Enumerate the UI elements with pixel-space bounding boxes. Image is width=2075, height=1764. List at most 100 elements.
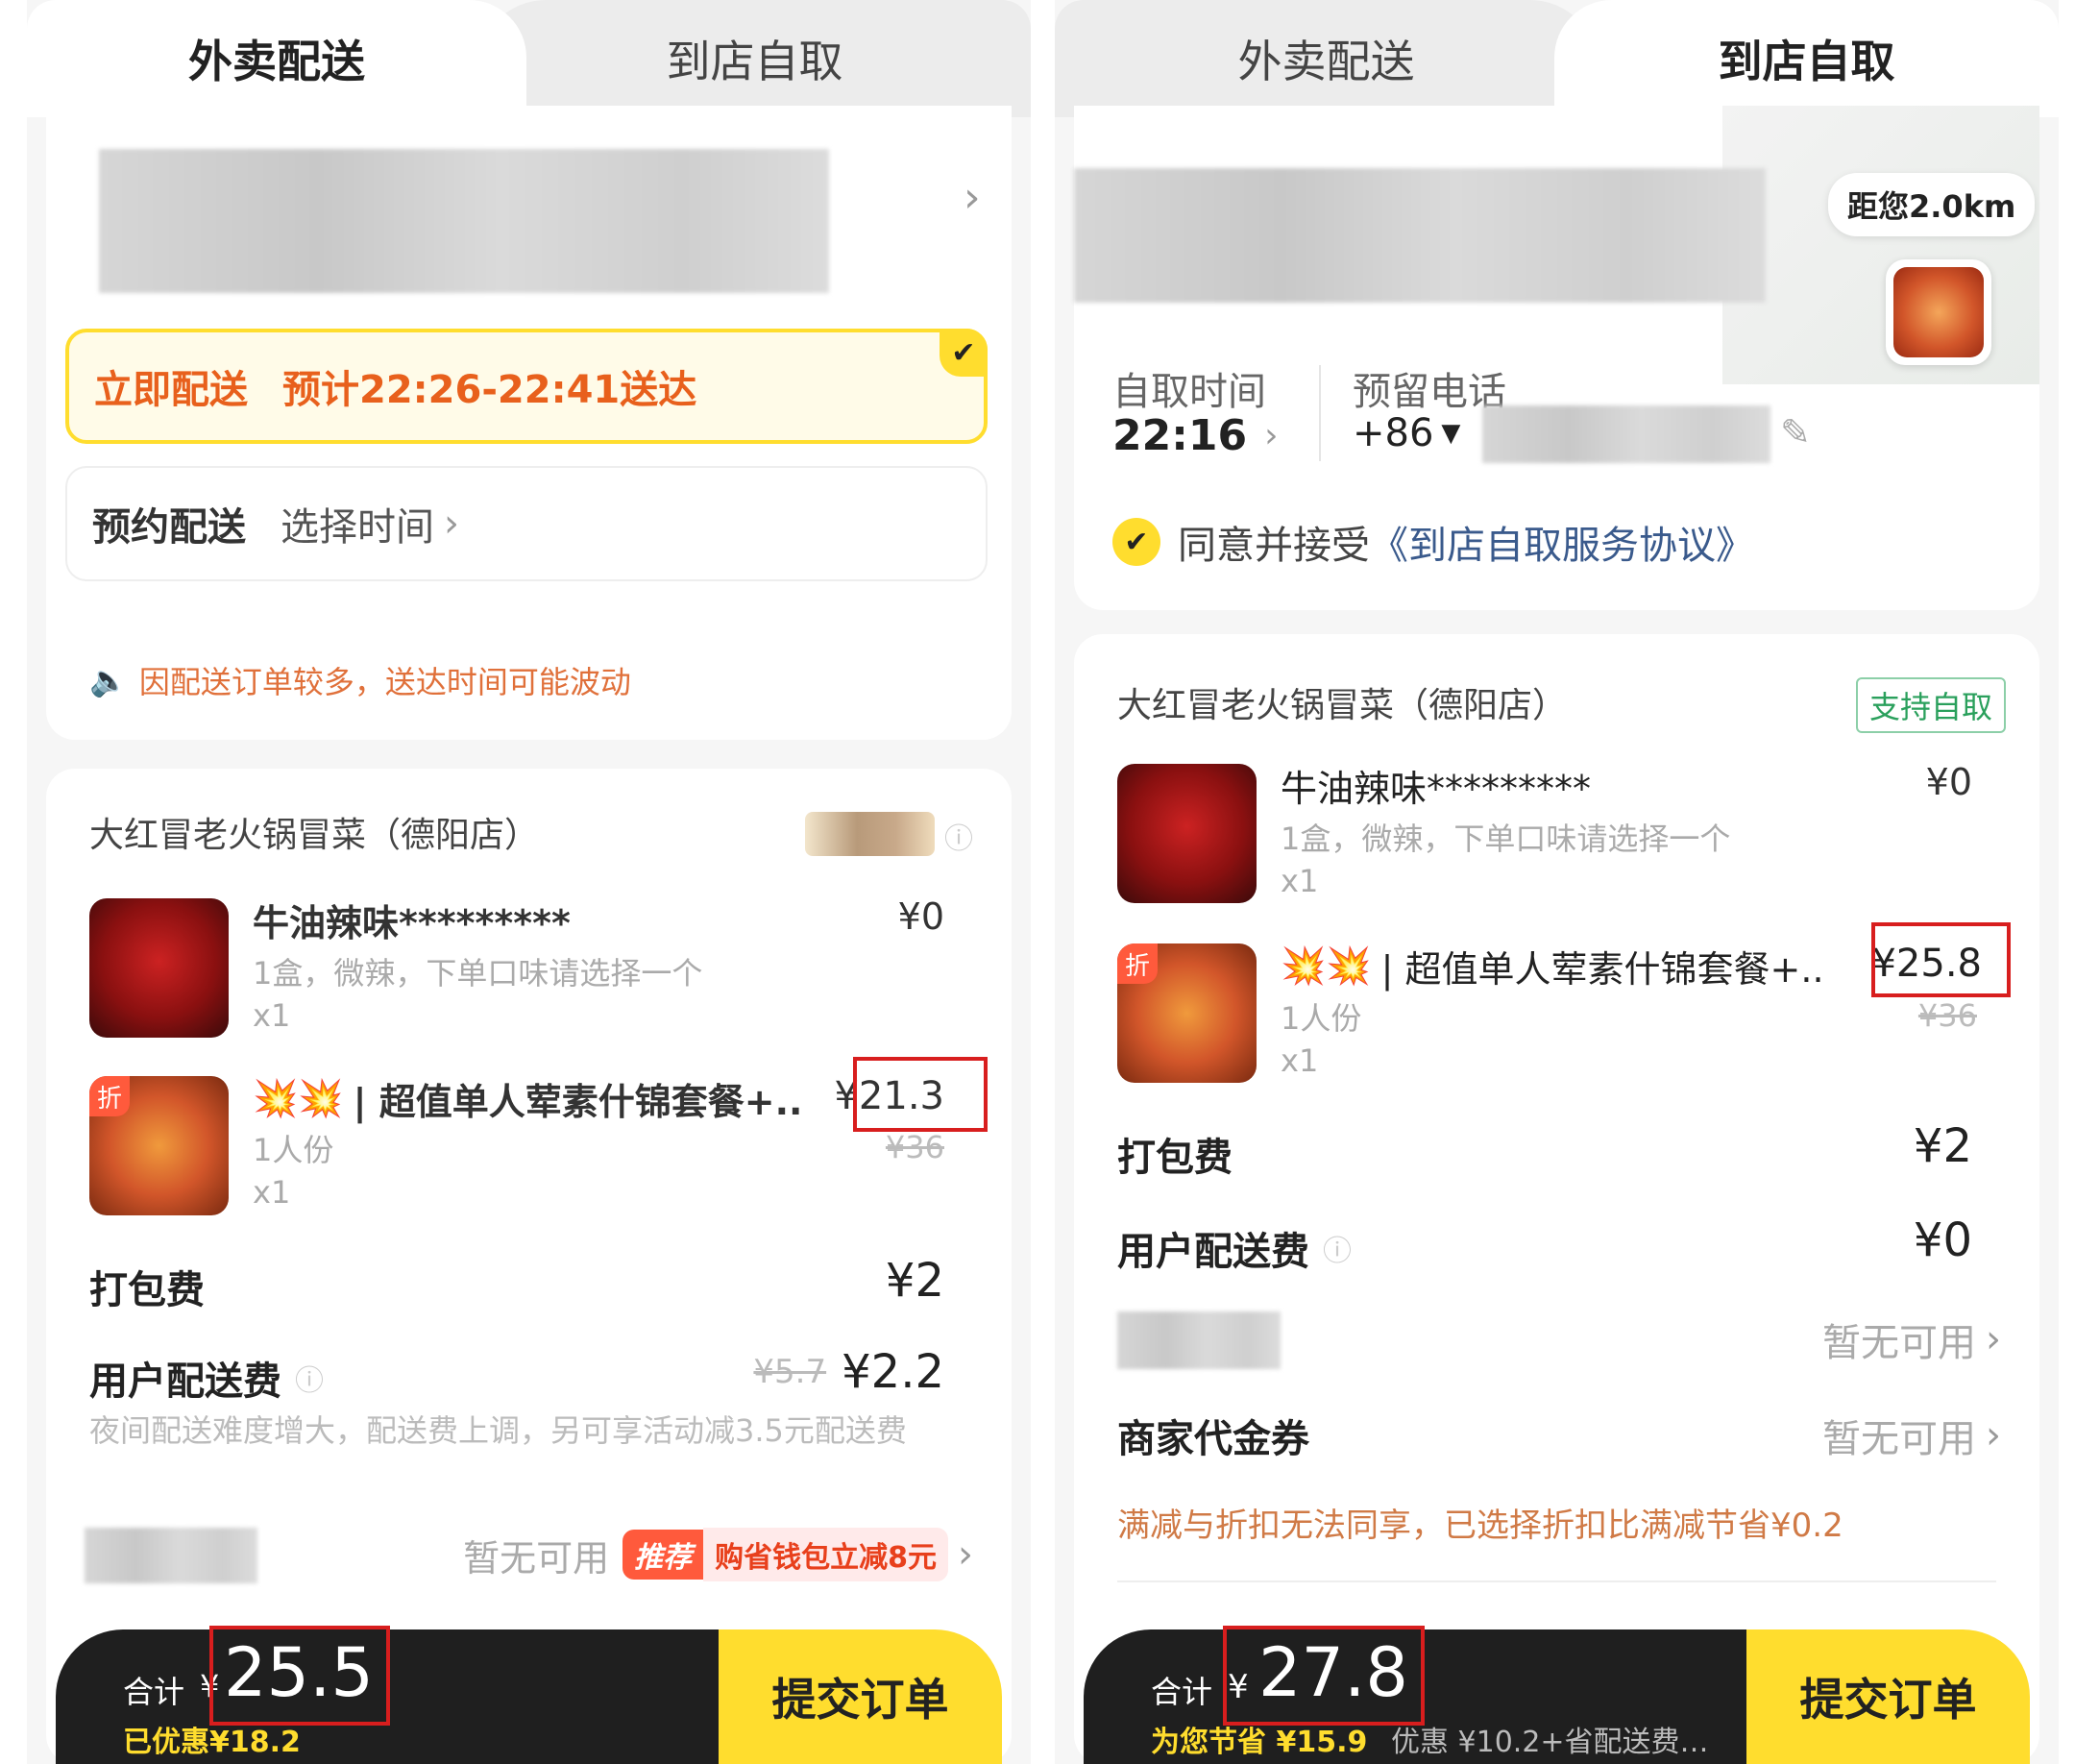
item-image: 折 [1117,943,1257,1083]
store-address-redacted [1074,168,1766,303]
agreement-row: ✔ 同意并接受 《到店自取服务协议》 [1112,514,1754,570]
item-orig-price: ¥36 [885,1129,944,1165]
schedule-delivery-option[interactable]: 预约配送 选择时间 › [65,466,988,581]
caret-down-icon: ▼ [1441,419,1461,448]
item-desc: 1盒，微辣，下单口味请选择一个 [253,955,703,992]
coupon-status: 暂无可用 [463,1536,610,1580]
help-icon[interactable]: ⓘ [1323,1227,1352,1269]
delivery-order-screen: 到店自取 外卖配送 › 立即配送 预计22:26-22:41送达 ✔ 预约配送 … [27,0,1031,1764]
item-image [1117,764,1257,903]
submit-order-button[interactable]: 提交订单 [1746,1629,2030,1764]
store-logo [1893,267,1984,357]
address-card: › 立即配送 预计22:26-22:41送达 ✔ 预约配送 选择时间 › 🔈 因… [46,106,1012,740]
delivery-now-label: 立即配送 [94,368,248,412]
platform-coupon-selector[interactable]: 暂无可用 › [1822,1311,2001,1367]
tab-pickup[interactable]: 到店自取 [1554,0,2059,117]
item-price: ¥0 [1925,761,1972,803]
coupon-status: 暂无可用 [1822,1321,1976,1365]
item-price: ¥0 [897,895,944,938]
delivery-now-eta: 预计22:26-22:41送达 [282,368,697,412]
item-orig-price: ¥36 [1917,997,1977,1034]
pickup-order-screen: 外卖配送 到店自取 距您2.0km 自取时间 22:16 › 预留电话 +86 … [1055,0,2059,1764]
help-icon[interactable]: ⓘ [295,1357,324,1399]
item-qty: x1 [1281,863,1319,899]
item-image: 折 [89,1076,229,1215]
item-image [89,898,229,1038]
tab-delivery[interactable]: 外卖配送 [1055,0,1598,117]
item-name: 牛油辣味********* [1281,768,1592,810]
burst-icon: 💥💥 [253,1077,344,1119]
chevron-right-icon: › [1986,1413,2001,1458]
burst-icon: 💥💥 [1281,944,1372,987]
promo-text: 购省钱包立减8元 [703,1528,948,1581]
pickup-time-label: 自取时间 [1112,370,1266,414]
help-icon[interactable]: ⓘ [944,815,973,857]
speaker-icon: 🔈 [89,662,128,698]
delivery-now-option[interactable]: 立即配送 预计22:26-22:41送达 ✔ [65,329,988,444]
item-desc: 1人份 [1281,1000,1362,1037]
item-name: | 超值单人荤素什锦套餐+.. [353,1081,803,1123]
savings-detail: 优惠 ¥10.2+省配送费… [1391,1726,1709,1759]
submit-order-button[interactable]: 提交订单 [719,1629,1002,1764]
chevron-right-icon: › [1264,416,1279,455]
store-name: 大红冒老火锅冒菜（德阳店） [89,816,540,855]
total-label: 合计 [1151,1674,1213,1710]
pickup-time-selector[interactable]: 22:16 › [1112,411,1278,460]
pickup-time: 22:16 [1112,411,1248,460]
chevron-right-icon: › [444,502,459,546]
chevron-right-icon: › [1986,1317,2001,1361]
order-card: 大红冒老火锅冒菜（德阳店） ⓘ 牛油辣味********* 1盒，微辣，下单口味… [46,769,1012,1764]
tab-pickup[interactable]: 到店自取 [478,0,1031,117]
total-label: 合计 [123,1674,185,1710]
merchant-coupon-label: 商家代金券 [1117,1417,1309,1461]
store-tag-redacted [805,812,935,856]
packing-fee-value: ¥2 [1913,1119,1972,1173]
divider [1117,1580,1996,1582]
schedule-label: 预约配送 [92,505,246,550]
item-desc: 1盒，微辣，下单口味请选择一个 [1281,821,1731,857]
order-card: 大红冒老火锅冒菜（德阳店） 支持自取 牛油辣味********* 1盒，微辣，下… [1074,634,2039,1764]
price-highlight-box [1871,922,2011,997]
merchant-coupon-selector[interactable]: 暂无可用 › [1822,1408,2001,1463]
item-qty: x1 [253,997,291,1034]
store-map-pin[interactable] [1886,259,1991,365]
recommend-tag: 推荐 [622,1530,704,1580]
phone-prefix: +86 [1353,411,1434,455]
delivery-fee-label: 用户配送费 [1117,1230,1309,1274]
delivery-fee-label: 用户配送费 [89,1360,281,1404]
chevron-right-icon[interactable]: › [958,1532,973,1577]
divider [1319,365,1321,461]
agree-checkbox[interactable]: ✔ [1112,518,1160,566]
phone-prefix-selector[interactable]: +86 ▼ [1353,411,1460,455]
discount-note: 满减与折扣无法同享，已选择折扣比满减节省¥0.2 [1117,1507,1843,1545]
map-background [1722,106,2039,384]
coupon-label-redacted [1117,1311,1281,1369]
item-badge: 折 [1117,943,1158,984]
store-name: 大红冒老火锅冒菜（德阳店） [1117,686,1568,725]
schedule-action: 选择时间 [281,505,434,550]
checkout-bar: 合计 ¥ 25.5 已优惠¥18.2 提交订单 [56,1629,1002,1764]
address-chevron-icon[interactable]: › [964,173,981,222]
edit-icon[interactable]: ✎ [1780,411,1811,453]
tab-delivery[interactable]: 外卖配送 [27,0,526,117]
delivery-fee-note: 夜间配送难度增大，配送费上调，另可享活动减3.5元配送费 [89,1412,907,1449]
item-qty: x1 [253,1174,291,1211]
phone-number-redacted [1482,405,1770,463]
pickup-info-card: 距您2.0km 自取时间 22:16 › 预留电话 +86 ▼ ✎ ✔ 同意并接… [1074,106,2039,610]
total-highlight-box [209,1626,390,1726]
agreement-link[interactable]: 《到店自取服务协议》 [1370,514,1754,570]
selected-check-icon: ✔ [940,329,988,377]
packing-fee-label: 打包费 [89,1268,205,1312]
address-redacted [99,149,829,293]
item-badge: 折 [89,1076,130,1116]
packing-fee-value: ¥2 [885,1254,944,1308]
item-name: | 超值单人荤素什锦套餐+.. [1380,948,1824,991]
item-name: 牛油辣味********* [253,902,571,944]
coupon-label-redacted [85,1528,257,1583]
price-highlight-box [853,1057,988,1132]
merchant-coupon-status: 暂无可用 [1822,1417,1976,1461]
delivery-fee-value: ¥0 [1913,1213,1972,1267]
item-desc: 1人份 [253,1132,334,1168]
item-qty: x1 [1281,1042,1319,1079]
delivery-fee-value: ¥2.2 [842,1345,944,1399]
